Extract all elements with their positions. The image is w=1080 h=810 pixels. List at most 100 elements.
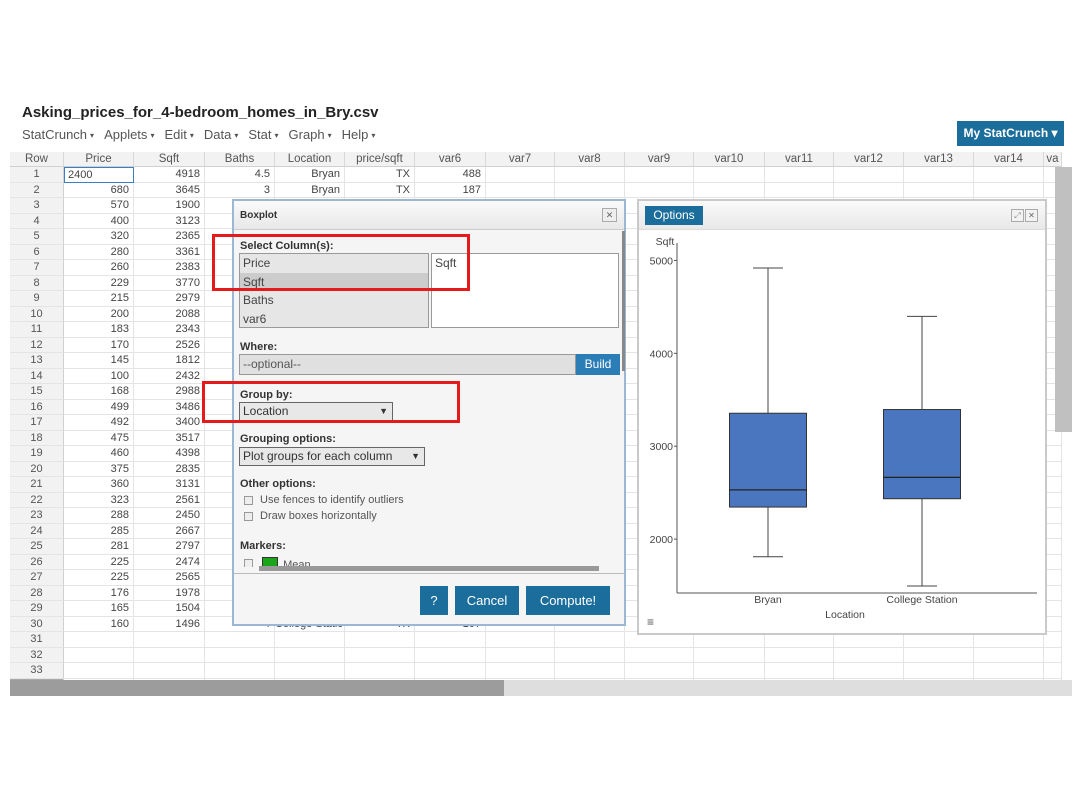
row-number[interactable]: 16 xyxy=(10,399,64,415)
row-number[interactable]: 3 xyxy=(10,198,64,214)
table-cell[interactable] xyxy=(486,167,555,183)
table-cell[interactable]: 2383 xyxy=(134,260,205,276)
table-cell[interactable]: 170 xyxy=(64,337,134,353)
where-input[interactable]: --optional-- xyxy=(239,354,576,375)
table-cell[interactable]: 1496 xyxy=(134,616,205,632)
table-cell[interactable]: 225 xyxy=(64,554,134,570)
table-cell[interactable] xyxy=(555,663,625,679)
table-cell[interactable] xyxy=(486,182,555,198)
table-cell[interactable]: 1978 xyxy=(134,585,205,601)
row-number[interactable]: 7 xyxy=(10,260,64,276)
table-cell[interactable] xyxy=(205,647,275,663)
column-header[interactable]: Baths xyxy=(205,152,275,167)
column-header[interactable]: var14 xyxy=(974,152,1044,167)
table-cell[interactable]: 176 xyxy=(64,585,134,601)
table-cell[interactable] xyxy=(134,647,205,663)
table-cell[interactable] xyxy=(134,632,205,648)
table-cell[interactable]: 2474 xyxy=(134,554,205,570)
table-cell[interactable] xyxy=(486,647,555,663)
table-cell[interactable] xyxy=(974,182,1044,198)
table-cell[interactable] xyxy=(834,167,904,183)
column-header[interactable]: var9 xyxy=(625,152,694,167)
table-cell[interactable]: 187 xyxy=(415,182,486,198)
table-cell[interactable] xyxy=(64,632,134,648)
table-cell[interactable] xyxy=(834,647,904,663)
table-cell[interactable]: 460 xyxy=(64,446,134,462)
compute-button[interactable]: Compute! xyxy=(526,586,610,615)
table-cell[interactable]: 680 xyxy=(64,182,134,198)
row-number[interactable]: 14 xyxy=(10,368,64,384)
column-header[interactable]: var6 xyxy=(415,152,486,167)
table-cell[interactable]: 499 xyxy=(64,399,134,415)
table-cell[interactable]: 183 xyxy=(64,322,134,338)
table-cell[interactable]: Bryan xyxy=(275,182,345,198)
table-cell[interactable]: 3517 xyxy=(134,430,205,446)
table-cell[interactable] xyxy=(415,647,486,663)
row-number[interactable]: 2 xyxy=(10,182,64,198)
table-cell[interactable] xyxy=(64,647,134,663)
table-cell[interactable]: 3770 xyxy=(134,275,205,291)
close-icon[interactable]: ✕ xyxy=(602,208,617,222)
row-number[interactable]: 12 xyxy=(10,337,64,353)
table-cell[interactable]: 215 xyxy=(64,291,134,307)
row-number[interactable]: 20 xyxy=(10,461,64,477)
row-number[interactable]: 17 xyxy=(10,415,64,431)
table-cell[interactable] xyxy=(694,663,765,679)
table-cell[interactable] xyxy=(275,663,345,679)
cancel-button[interactable]: Cancel xyxy=(455,586,519,615)
table-cell[interactable] xyxy=(765,182,834,198)
table-cell[interactable]: 2797 xyxy=(134,539,205,555)
row-number[interactable]: 6 xyxy=(10,244,64,260)
table-cell[interactable]: 165 xyxy=(64,601,134,617)
table-cell[interactable]: 3400 xyxy=(134,415,205,431)
table-cell[interactable]: 2400 xyxy=(64,167,134,183)
table-cell[interactable] xyxy=(625,167,694,183)
table-cell[interactable] xyxy=(486,663,555,679)
table-cell[interactable]: TX xyxy=(345,167,415,183)
table-cell[interactable]: 2365 xyxy=(134,229,205,245)
dialog-horizontal-scrollbar[interactable] xyxy=(259,566,599,571)
column-header[interactable]: var7 xyxy=(486,152,555,167)
fences-checkbox[interactable]: Use fences to identify outliers xyxy=(244,494,404,506)
row-number[interactable]: 28 xyxy=(10,585,64,601)
table-cell[interactable]: 2565 xyxy=(134,570,205,586)
row-number[interactable]: 23 xyxy=(10,508,64,524)
row-number[interactable]: 29 xyxy=(10,601,64,617)
table-cell[interactable]: Bryan xyxy=(275,167,345,183)
column-header[interactable]: var10 xyxy=(694,152,765,167)
table-cell[interactable]: 285 xyxy=(64,523,134,539)
table-cell[interactable]: 2088 xyxy=(134,306,205,322)
row-number[interactable]: 26 xyxy=(10,554,64,570)
table-cell[interactable]: 375 xyxy=(64,461,134,477)
row-number[interactable]: 4 xyxy=(10,213,64,229)
table-cell[interactable]: 2450 xyxy=(134,508,205,524)
table-cell[interactable]: 2343 xyxy=(134,322,205,338)
row-number[interactable]: 27 xyxy=(10,570,64,586)
table-cell[interactable] xyxy=(625,647,694,663)
table-cell[interactable]: 360 xyxy=(64,477,134,493)
table-cell[interactable] xyxy=(974,167,1044,183)
column-header[interactable]: var13 xyxy=(904,152,974,167)
table-cell[interactable]: 160 xyxy=(64,616,134,632)
row-number[interactable]: 1 xyxy=(10,167,64,183)
table-cell[interactable]: 492 xyxy=(64,415,134,431)
menu-graph[interactable]: Graph ▾ xyxy=(289,127,332,145)
table-cell[interactable]: 145 xyxy=(64,353,134,369)
table-cell[interactable] xyxy=(486,632,555,648)
table-cell[interactable] xyxy=(904,182,974,198)
menu-stat[interactable]: Stat ▾ xyxy=(248,127,278,145)
column-header[interactable]: Location xyxy=(275,152,345,167)
row-number[interactable]: 32 xyxy=(10,647,64,663)
table-cell[interactable]: 229 xyxy=(64,275,134,291)
table-cell[interactable]: 323 xyxy=(64,492,134,508)
row-number[interactable]: 5 xyxy=(10,229,64,245)
build-button[interactable]: Build xyxy=(576,354,620,375)
table-cell[interactable]: 4.5 xyxy=(205,167,275,183)
row-number[interactable]: 10 xyxy=(10,306,64,322)
table-cell[interactable]: 281 xyxy=(64,539,134,555)
table-cell[interactable]: 2432 xyxy=(134,368,205,384)
table-cell[interactable] xyxy=(694,167,765,183)
table-cell[interactable]: 3486 xyxy=(134,399,205,415)
dialog-vertical-scrollbar[interactable] xyxy=(622,231,625,371)
row-number[interactable]: 11 xyxy=(10,322,64,338)
